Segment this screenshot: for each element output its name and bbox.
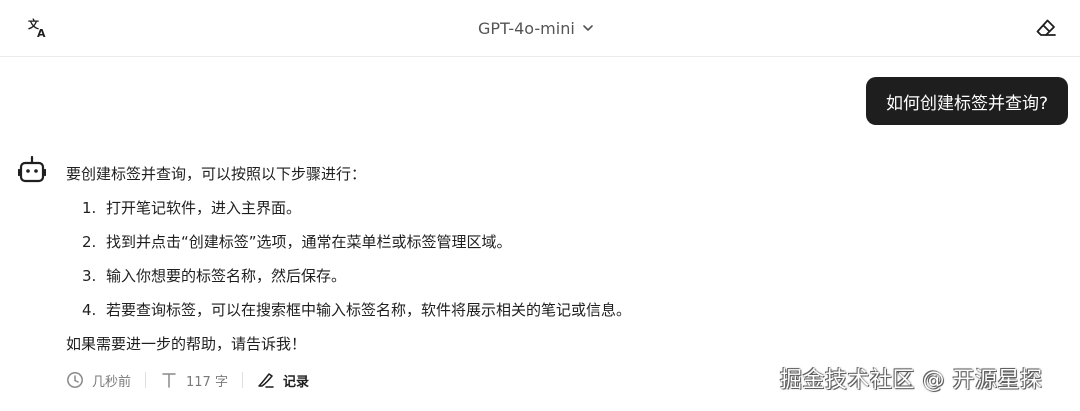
step-number: 4. xyxy=(82,301,97,319)
list-item: 2. 找到并点击“创建标签”选项，通常在菜单栏或标签管理区域。 xyxy=(66,225,826,259)
list-item: 4. 若要查询标签，可以在搜索框中输入标签名称，软件将展示相关的笔记或信息。 xyxy=(66,293,826,327)
text-icon xyxy=(162,373,176,388)
translate-icon: 文 A xyxy=(28,17,46,40)
record-label: 记录 xyxy=(282,374,309,390)
model-selector[interactable]: GPT-4o-mini xyxy=(478,16,595,40)
robot-icon xyxy=(17,155,47,183)
chevron-down-icon xyxy=(582,25,593,31)
bot-avatar xyxy=(17,155,47,185)
divider xyxy=(145,372,147,388)
step-text: 若要查询标签，可以在搜索框中输入标签名称，软件将展示相关的笔记或信息。 xyxy=(106,301,632,319)
translate-button[interactable]: 文 A xyxy=(26,16,50,40)
step-text: 打开笔记软件，进入主界面。 xyxy=(106,199,302,217)
answer-intro: 要创建标签并查询，可以按照以下步骤进行： xyxy=(66,165,367,183)
user-message-bubble: 如何创建标签并查询? xyxy=(865,77,1068,125)
list-item: 3. 输入你想要的标签名称，然后保存。 xyxy=(66,259,826,293)
answer-outro: 如果需要进一步的帮助，请告诉我！ xyxy=(66,335,307,353)
assistant-answer: 要创建标签并查询，可以按照以下步骤进行： 1. 打开笔记软件，进入主界面。 2. 找… xyxy=(66,157,826,361)
word-count: 117 字 xyxy=(160,371,242,390)
timestamp: 几秒前 xyxy=(66,371,145,390)
svg-text:A: A xyxy=(37,27,46,40)
list-item: 1. 打开笔记软件，进入主界面。 xyxy=(66,191,826,225)
eraser-icon xyxy=(1036,19,1056,36)
step-text: 输入你想要的标签名称，然后保存。 xyxy=(106,267,347,285)
step-number: 2. xyxy=(82,233,97,251)
watermark: 掘金技术社区 @ 开源星探 xyxy=(780,368,1043,393)
message-meta-bar: 几秒前 117 字 记录 xyxy=(66,366,323,394)
user-message-text: 如何创建标签并查询? xyxy=(885,93,1048,114)
model-label: GPT-4o-mini xyxy=(478,18,575,38)
clear-chat-button[interactable] xyxy=(1034,16,1058,40)
record-button[interactable]: 记录 xyxy=(257,371,323,390)
divider xyxy=(241,372,243,388)
step-number: 3. xyxy=(82,267,97,285)
clock-icon xyxy=(67,372,83,388)
timestamp-text: 几秒前 xyxy=(92,374,132,390)
answer-steps: 1. 打开笔记软件，进入主界面。 2. 找到并点击“创建标签”选项，通常在菜单栏或标… xyxy=(66,191,826,327)
step-number: 1. xyxy=(82,199,97,217)
step-text: 找到并点击“创建标签”选项，通常在菜单栏或标签管理区域。 xyxy=(106,233,512,251)
word-count-text: 117 字 xyxy=(186,374,228,390)
pen-icon xyxy=(258,373,274,388)
top-bar: 文 A GPT-4o-mini xyxy=(0,0,1080,57)
